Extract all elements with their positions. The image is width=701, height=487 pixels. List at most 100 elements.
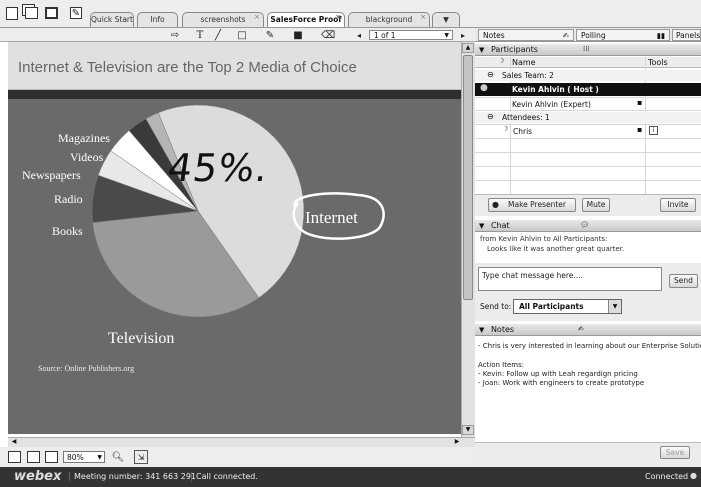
page-indicator-select[interactable]: 1 of 1 ▼ [369,30,453,40]
list-view-icon[interactable] [27,451,40,463]
notes-icon: ✍ [562,31,569,40]
scroll-thumb[interactable] [463,55,473,300]
make-presenter-button[interactable]: ● Make Presenter [488,198,576,212]
scroll-up-button[interactable]: ▲ [462,43,474,53]
close-tab-icon[interactable]: × [335,10,341,24]
zoom-select[interactable]: 80% ▼ [63,451,105,463]
tab-screenshots[interactable]: screenshots × [182,12,264,27]
connection-status: Connected [645,472,689,481]
tab-panels[interactable]: Panels [672,29,701,41]
tab-salesforce-proof[interactable]: SalesForce Proof × [267,12,345,27]
participant-row-host[interactable]: ● Kevin Ahlvin ( Host ) [475,83,701,96]
scroll-left-button[interactable]: ◀ [9,438,19,446]
pie-label-radio: Radio [54,192,83,206]
pie-label-television: Television [108,330,174,347]
polling-icon: ▮▮ [656,31,665,40]
hand-col-icon: ☽ [498,57,505,65]
scroll-right-button[interactable]: ▶ [452,438,462,446]
pie-label-internet: Internet [305,208,358,227]
chevron-down-icon: ▼ [443,15,449,24]
close-tab-icon[interactable]: × [420,10,426,24]
col-name-header: Name [512,58,536,67]
thumbnail-view-icon[interactable] [8,451,21,463]
pointer-icon[interactable]: ⇨ [168,28,182,42]
fit-to-page-icon[interactable]: ⇲ [134,450,148,464]
slide-divider [8,90,461,99]
send-to-select[interactable]: All Participants ▼ [513,299,622,314]
collapse-icon[interactable]: ▼ [479,46,484,54]
invite-button[interactable]: Invite [660,198,696,212]
notes-item: - Kevin: Follow up with Leah regardign p… [478,370,638,378]
eraser-tool-icon[interactable]: ⌫ [321,28,335,42]
chat-input[interactable]: Type chat message here.... [478,267,662,291]
participant-row-expert[interactable]: Kevin Ahlvin (Expert) ▪ [475,98,701,110]
pie-label-videos: Videos [70,150,104,164]
notes-action-items: Action Items: [478,361,525,369]
tab-polling[interactable]: Polling ▮▮ [576,29,670,41]
copy-window-icon[interactable] [25,7,38,19]
group-attendees[interactable]: ⊖ Attendees: 1 [475,112,701,123]
collapse-circle-icon[interactable]: ⊖ [487,70,494,79]
chat-header[interactable]: ▼ Chat 💬︎ [475,220,701,232]
save-button[interactable]: Save [660,446,690,459]
zoom-icon[interactable]: 🔍︎ [112,451,125,463]
grid-icon: ⁞⁞⁞ [583,45,590,53]
meeting-number: Meeting number: 341 663 291 [69,472,196,481]
call-status: Call connected. [191,472,258,481]
chevron-down-icon: ▼ [444,32,449,39]
full-view-icon[interactable] [45,451,58,463]
new-document-icon[interactable] [6,7,18,20]
col-tools-header: Tools [648,58,668,67]
tab-info[interactable]: Info [137,12,178,27]
chat-message: Looks like it was another great quarter. [487,245,625,253]
notes-header[interactable]: ▼ Notes ✍ [475,324,701,336]
send-to-label: Send to: [480,302,512,311]
info-icon[interactable]: i [649,126,658,135]
status-dot-icon: ▪ [637,125,643,134]
color-tool-icon[interactable]: ■ [292,28,304,42]
chat-from: from Kevin Ahlvin to All Participants: [480,235,608,243]
close-tab-icon[interactable]: × [254,10,260,24]
next-page-icon[interactable]: ▸ [458,28,468,42]
handwritten-annotation: 45%. [164,146,272,190]
webex-logo: webex [14,469,62,484]
prev-page-icon[interactable]: ◂ [354,28,364,42]
mute-button[interactable]: Mute [582,198,610,212]
group-sales-team[interactable]: ⊖ Sales Team: 2 [475,70,701,81]
tab-quick-start[interactable]: Quick Start [90,12,134,27]
horizontal-scrollbar[interactable] [8,437,475,447]
tab-blackground[interactable]: blackground × [348,12,430,27]
pie-label-books: Books [52,224,83,238]
chat-bubble-icon: 💬︎ [580,221,589,229]
collapse-icon[interactable]: ▼ [479,222,484,230]
slide-title: Internet & Television are the Top 2 Medi… [18,59,357,76]
tab-notes[interactable]: Notes ✍ [478,29,574,41]
notes-item: - Joan: Work with engineers to create pr… [478,379,645,387]
chevron-down-icon: ▼ [97,454,102,461]
slide-source: Source: Online Publishers.org [38,364,135,373]
text-tool-icon[interactable]: T [194,28,206,42]
line-tool-icon[interactable]: ╱ [212,28,224,42]
pie-label-newspapers: Newspapers [22,168,81,182]
pie-label-magazines: Magazines [58,131,110,145]
participant-row-attendee[interactable]: ☽ Chris ▪ i [475,125,701,137]
collapse-circle-icon[interactable]: ⊖ [487,112,494,121]
collapse-icon[interactable]: ▼ [479,326,484,334]
send-button[interactable]: Send [669,274,698,288]
window-icon[interactable] [45,7,58,19]
presenter-ball-icon: ● [492,200,499,209]
chevron-down-icon: ▼ [608,300,621,313]
status-dot-icon: ▪ [637,98,643,107]
edit-icon[interactable]: ✎ [70,7,82,19]
tab-menu[interactable]: ▼ [432,12,460,27]
pen-tool-icon[interactable]: ✎ [264,28,276,42]
scroll-down-button[interactable]: ▼ [462,425,474,435]
notes-icon: ✍ [578,325,584,333]
hand-icon: ☽ [502,125,509,133]
notes-line: - Chris is very interested in learning a… [478,342,701,350]
presenter-ball-icon: ● [480,83,488,93]
notes-body[interactable] [475,337,701,442]
participants-header[interactable]: ▼ Participants ⁞⁞⁞ [475,44,701,56]
connection-dot-icon: ● [690,471,697,480]
rectangle-tool-icon[interactable]: □ [236,28,248,42]
